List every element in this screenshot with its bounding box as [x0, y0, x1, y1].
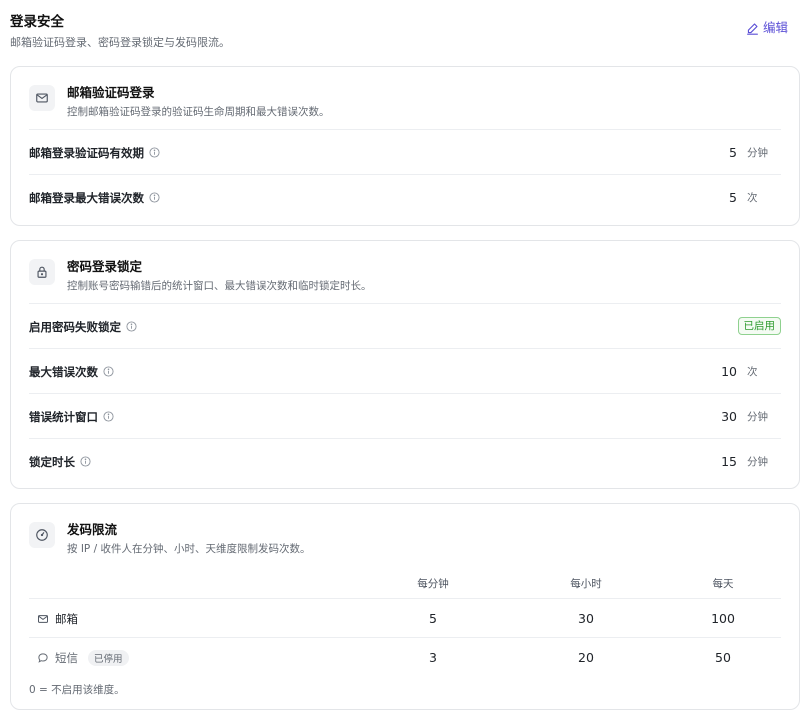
per-minute-value: 5	[429, 611, 437, 626]
mail-icon	[29, 85, 55, 111]
setting-label: 最大错误次数	[29, 349, 114, 394]
setting-label: 邮箱登录最大错误次数	[29, 175, 160, 220]
setting-label: 邮箱登录验证码有效期	[29, 130, 160, 175]
setting-unit: 次	[747, 192, 758, 204]
password-lock-title: 密码登录锁定	[67, 259, 143, 274]
info-icon[interactable]	[126, 321, 137, 332]
lock-icon	[29, 259, 55, 285]
email-login-card-header: 邮箱验证码登录 控制邮箱验证码登录的验证码生命周期和最大错误次数。	[29, 85, 781, 125]
email-login-desc: 控制邮箱验证码登录的验证码生命周期和最大错误次数。	[67, 106, 330, 118]
setting-unit: 分钟	[747, 456, 768, 468]
chat-bubble-icon	[38, 652, 48, 663]
rate-limit-note: 0 = 不启用该维度。	[29, 684, 125, 696]
info-icon[interactable]	[149, 192, 160, 203]
setting-label: 启用密码失败锁定	[29, 304, 137, 349]
column-header: 每天	[712, 578, 734, 590]
setting-row-email-code-ttl: 邮箱登录验证码有效期 5 分钟	[29, 129, 781, 174]
info-icon[interactable]	[149, 147, 160, 158]
column-header: 每小时	[570, 578, 602, 590]
disabled-badge: 已停用	[88, 649, 129, 666]
setting-label: 错误统计窗口	[29, 394, 114, 439]
rate-limit-title: 发码限流	[67, 522, 118, 537]
status-badge: 已启用	[737, 317, 781, 335]
setting-row-lock-enabled: 启用密码失败锁定 已启用	[29, 303, 781, 348]
table-row: 短信 已停用 3 20 50	[29, 637, 781, 676]
mail-icon	[38, 614, 48, 623]
setting-label: 锁定时长	[29, 439, 91, 484]
setting-value: 5	[729, 145, 737, 160]
setting-unit: 分钟	[747, 147, 768, 159]
setting-unit: 分钟	[747, 411, 768, 423]
page-title: 登录安全	[10, 14, 64, 30]
password-lock-card: 密码登录锁定 控制账号密码输错后的统计窗口、最大错误次数和临时锁定时长。 启用密…	[10, 240, 800, 489]
page-subtitle: 邮箱验证码登录、密码登录锁定与发码限流。	[10, 36, 230, 49]
setting-row-error-window: 错误统计窗口 30 分钟	[29, 393, 781, 438]
setting-row-max-errors: 最大错误次数 10 次	[29, 348, 781, 393]
setting-row-lock-duration: 锁定时长 15 分钟	[29, 438, 781, 483]
page-header: 登录安全 邮箱验证码登录、密码登录锁定与发码限流。 编辑	[10, 12, 800, 56]
email-login-title: 邮箱验证码登录	[67, 85, 155, 100]
setting-row-email-max-errors: 邮箱登录最大错误次数 5 次	[29, 174, 781, 219]
setting-value: 30	[721, 409, 737, 424]
pencil-icon	[747, 22, 758, 35]
setting-value: 10	[721, 364, 737, 379]
channel-cell: 邮箱	[37, 599, 78, 638]
per-day-value: 100	[711, 611, 735, 626]
gauge-icon	[29, 522, 55, 548]
password-lock-card-header: 密码登录锁定 控制账号密码输错后的统计窗口、最大错误次数和临时锁定时长。	[29, 259, 781, 299]
email-login-card: 邮箱验证码登录 控制邮箱验证码登录的验证码生命周期和最大错误次数。 邮箱登录验证…	[10, 66, 800, 226]
channel-name: 短信	[55, 650, 78, 665]
setting-value: 5	[729, 190, 737, 205]
setting-unit: 次	[747, 366, 758, 378]
edit-button-label: 编辑	[762, 20, 788, 35]
table-row: 邮箱 5 30 100	[29, 598, 781, 637]
per-minute-value: 3	[429, 650, 437, 665]
setting-value: 15	[721, 454, 737, 469]
info-icon[interactable]	[103, 411, 114, 422]
rate-limit-desc: 按 IP / 收件人在分钟、小时、天维度限制发码次数。	[67, 543, 311, 555]
rate-limit-card-header: 发码限流 按 IP / 收件人在分钟、小时、天维度限制发码次数。	[29, 522, 781, 562]
info-icon[interactable]	[80, 456, 91, 467]
channel-cell: 短信 已停用	[37, 638, 129, 677]
per-hour-value: 30	[578, 611, 594, 626]
info-icon[interactable]	[103, 366, 114, 377]
per-day-value: 50	[715, 650, 731, 665]
rate-limit-card: 发码限流 按 IP / 收件人在分钟、小时、天维度限制发码次数。 每分钟 每小时…	[10, 503, 800, 710]
password-lock-desc: 控制账号密码输错后的统计窗口、最大错误次数和临时锁定时长。	[67, 280, 372, 292]
channel-name: 邮箱	[55, 611, 78, 626]
column-header: 每分钟	[417, 578, 449, 590]
edit-button[interactable]: 编辑	[746, 20, 788, 36]
per-hour-value: 20	[578, 650, 594, 665]
